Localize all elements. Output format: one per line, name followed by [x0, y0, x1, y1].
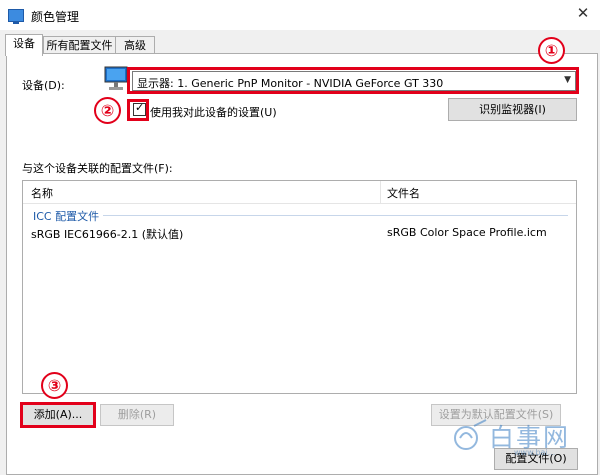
column-header-filename[interactable]: 文件名	[387, 185, 420, 201]
monitor-icon	[104, 66, 128, 90]
profiles-list-header: 名称 文件名	[23, 181, 576, 204]
profiles-label: 与这个设备关联的配置文件(F):	[22, 162, 173, 175]
identify-monitors-button[interactable]: 识别监视器(I)	[448, 98, 577, 121]
window-title: 颜色管理	[31, 10, 80, 24]
close-icon[interactable]: ✕	[572, 2, 594, 24]
watermark: 白事网 www.bai...	[452, 416, 600, 461]
watermark-logo-icon	[454, 419, 487, 450]
icc-profiles-group: ICC 配置文件	[33, 210, 100, 223]
column-separator	[380, 181, 381, 203]
title-bar: 颜色管理 ✕	[0, 0, 600, 30]
profile-file-cell: sRGB Color Space Profile.icm	[387, 226, 547, 239]
column-header-name[interactable]: 名称	[31, 185, 53, 201]
profile-name-cell: sRGB IEC61966-2.1 (默认值)	[31, 228, 184, 241]
tab-devices[interactable]: 设备	[5, 34, 43, 56]
annotation-badge-3: ③	[41, 372, 68, 399]
group-divider	[103, 215, 568, 216]
use-my-settings-label: 使用我对此设备的设置(U)	[150, 106, 277, 119]
annotation-box-3	[20, 402, 96, 428]
remove-button[interactable]: 删除(R)	[100, 404, 174, 426]
table-row[interactable]: sRGB IEC61966-2.1 (默认值) sRGB Color Space…	[23, 225, 576, 243]
profiles-list[interactable]: 名称 文件名 ICC 配置文件 sRGB IEC61966-2.1 (默认值) …	[22, 180, 577, 394]
annotation-badge-2: ②	[94, 97, 121, 124]
annotation-badge-1: ①	[538, 37, 565, 64]
watermark-url: www.bai...	[514, 448, 556, 457]
annotation-box-1	[127, 67, 579, 94]
device-label: 设备(D):	[22, 79, 65, 92]
color-management-app-icon	[8, 9, 24, 24]
annotation-box-2	[127, 99, 149, 121]
